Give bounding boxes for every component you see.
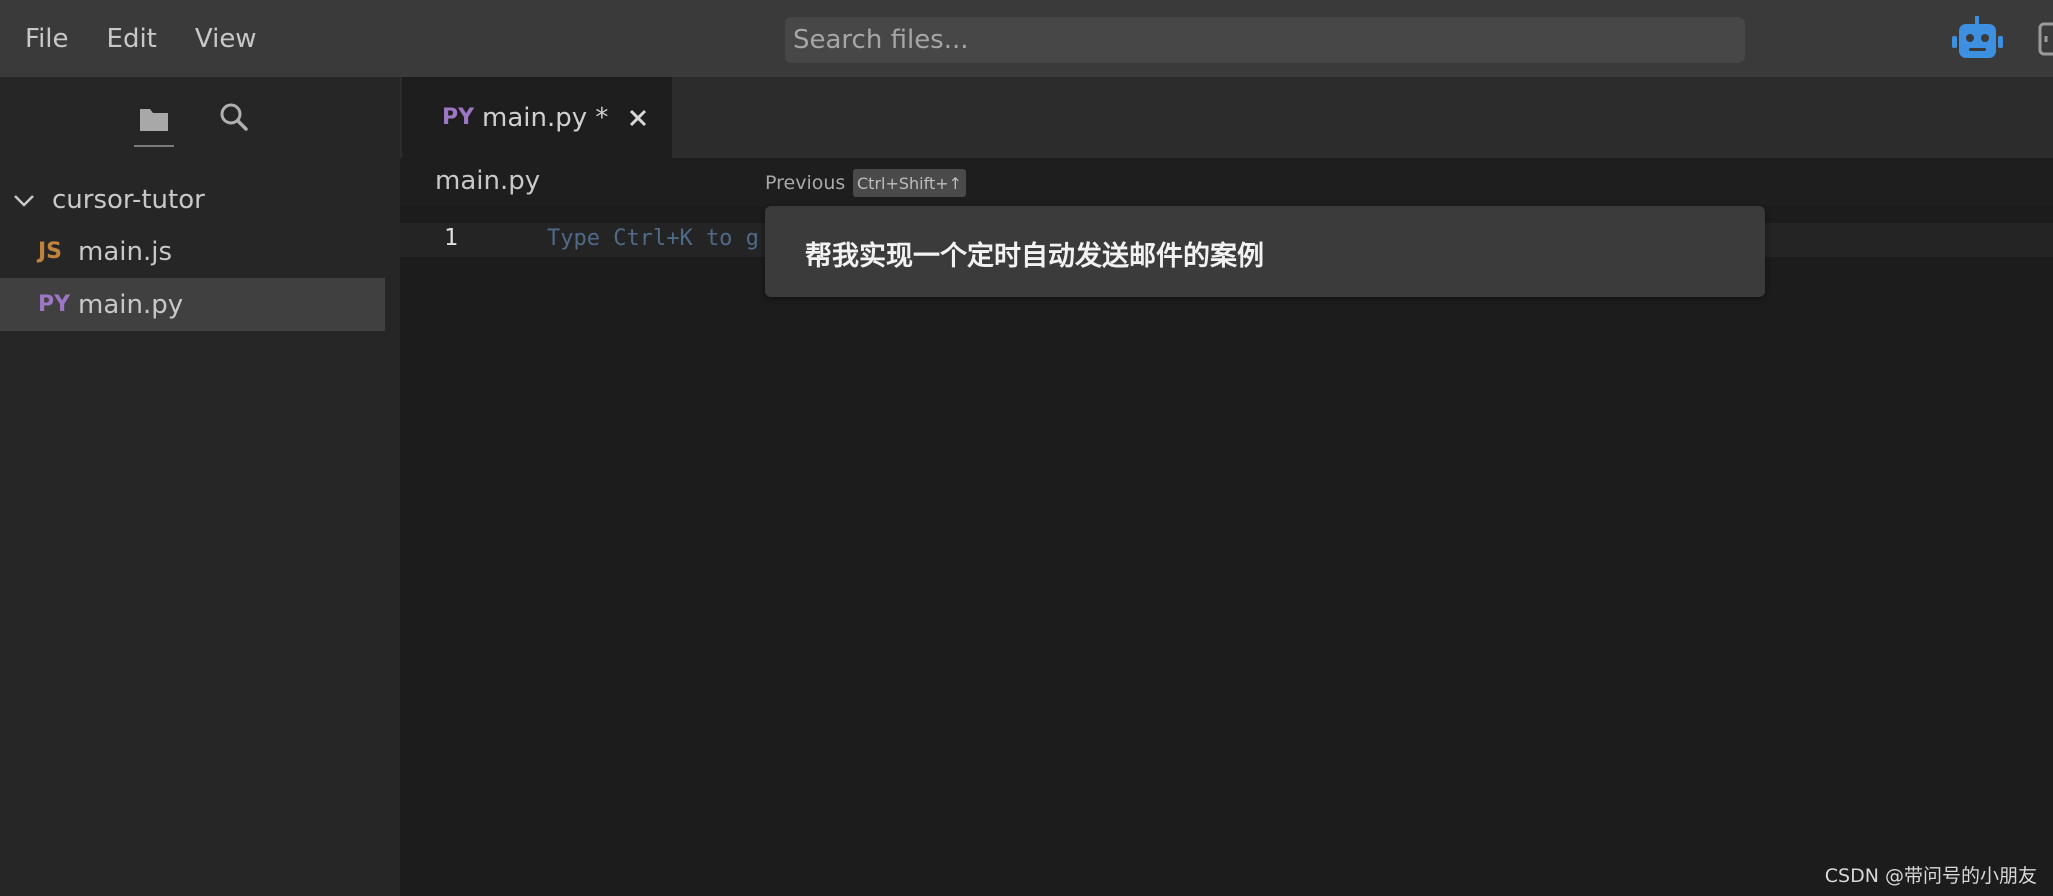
breadcrumb[interactable]: main.py bbox=[435, 166, 540, 196]
tab-main-py[interactable]: PY main.py * bbox=[402, 77, 672, 158]
ai-prompt-input[interactable]: 帮我实现一个定时自动发送邮件的案例 bbox=[765, 206, 1765, 297]
previous-shortcut-key: Ctrl+Shift+↑ bbox=[853, 169, 967, 197]
folder-name: cursor-tutor bbox=[52, 184, 205, 215]
file-explorer-sidebar: cursor-tutor JS main.js PY main.py bbox=[0, 77, 400, 896]
js-file-icon: JS bbox=[38, 239, 63, 264]
menu-edit[interactable]: Edit bbox=[107, 24, 157, 54]
file-name: main.js bbox=[78, 236, 172, 267]
file-name: main.py bbox=[78, 289, 184, 320]
top-bar: File Edit View Search files... bbox=[0, 0, 2053, 77]
search-icon bbox=[220, 103, 248, 131]
folder-icon bbox=[140, 109, 168, 131]
chevron-down-icon bbox=[14, 194, 34, 207]
previous-prompt-label[interactable]: Previous bbox=[765, 172, 845, 194]
menu-file[interactable]: File bbox=[25, 24, 69, 54]
py-file-icon: PY bbox=[442, 105, 475, 130]
file-row-main-py[interactable]: PY main.py bbox=[0, 278, 385, 331]
search-files-input[interactable]: Search files... bbox=[785, 17, 1745, 63]
editor-area: PY main.py * main.py Previous Ctrl+Shift… bbox=[400, 77, 2053, 896]
file-row-main-js[interactable]: JS main.js bbox=[0, 225, 385, 278]
search-tab[interactable] bbox=[218, 101, 250, 133]
menu-view[interactable]: View bbox=[195, 24, 257, 54]
ghost-hint-text: Type Ctrl+K to g bbox=[547, 226, 759, 251]
panel-toggle-icon[interactable] bbox=[2036, 18, 2053, 60]
folder-row[interactable]: cursor-tutor bbox=[0, 173, 385, 226]
tab-label: main.py * bbox=[482, 102, 609, 133]
explorer-tab[interactable] bbox=[134, 103, 174, 147]
line-number: 1 bbox=[444, 225, 458, 251]
menu-bar: File Edit View bbox=[25, 0, 257, 77]
prompt-text: 帮我实现一个定时自动发送邮件的案例 bbox=[805, 241, 1264, 272]
robot-icon[interactable] bbox=[1950, 14, 2005, 64]
search-placeholder: Search files... bbox=[793, 25, 969, 55]
tab-strip: PY main.py * bbox=[400, 77, 2053, 158]
py-file-icon: PY bbox=[38, 292, 71, 317]
watermark: CSDN @带问号的小朋友 bbox=[1824, 865, 2037, 887]
breadcrumb-bar: main.py Previous Ctrl+Shift+↑ bbox=[400, 158, 2053, 206]
close-icon[interactable] bbox=[628, 108, 648, 128]
